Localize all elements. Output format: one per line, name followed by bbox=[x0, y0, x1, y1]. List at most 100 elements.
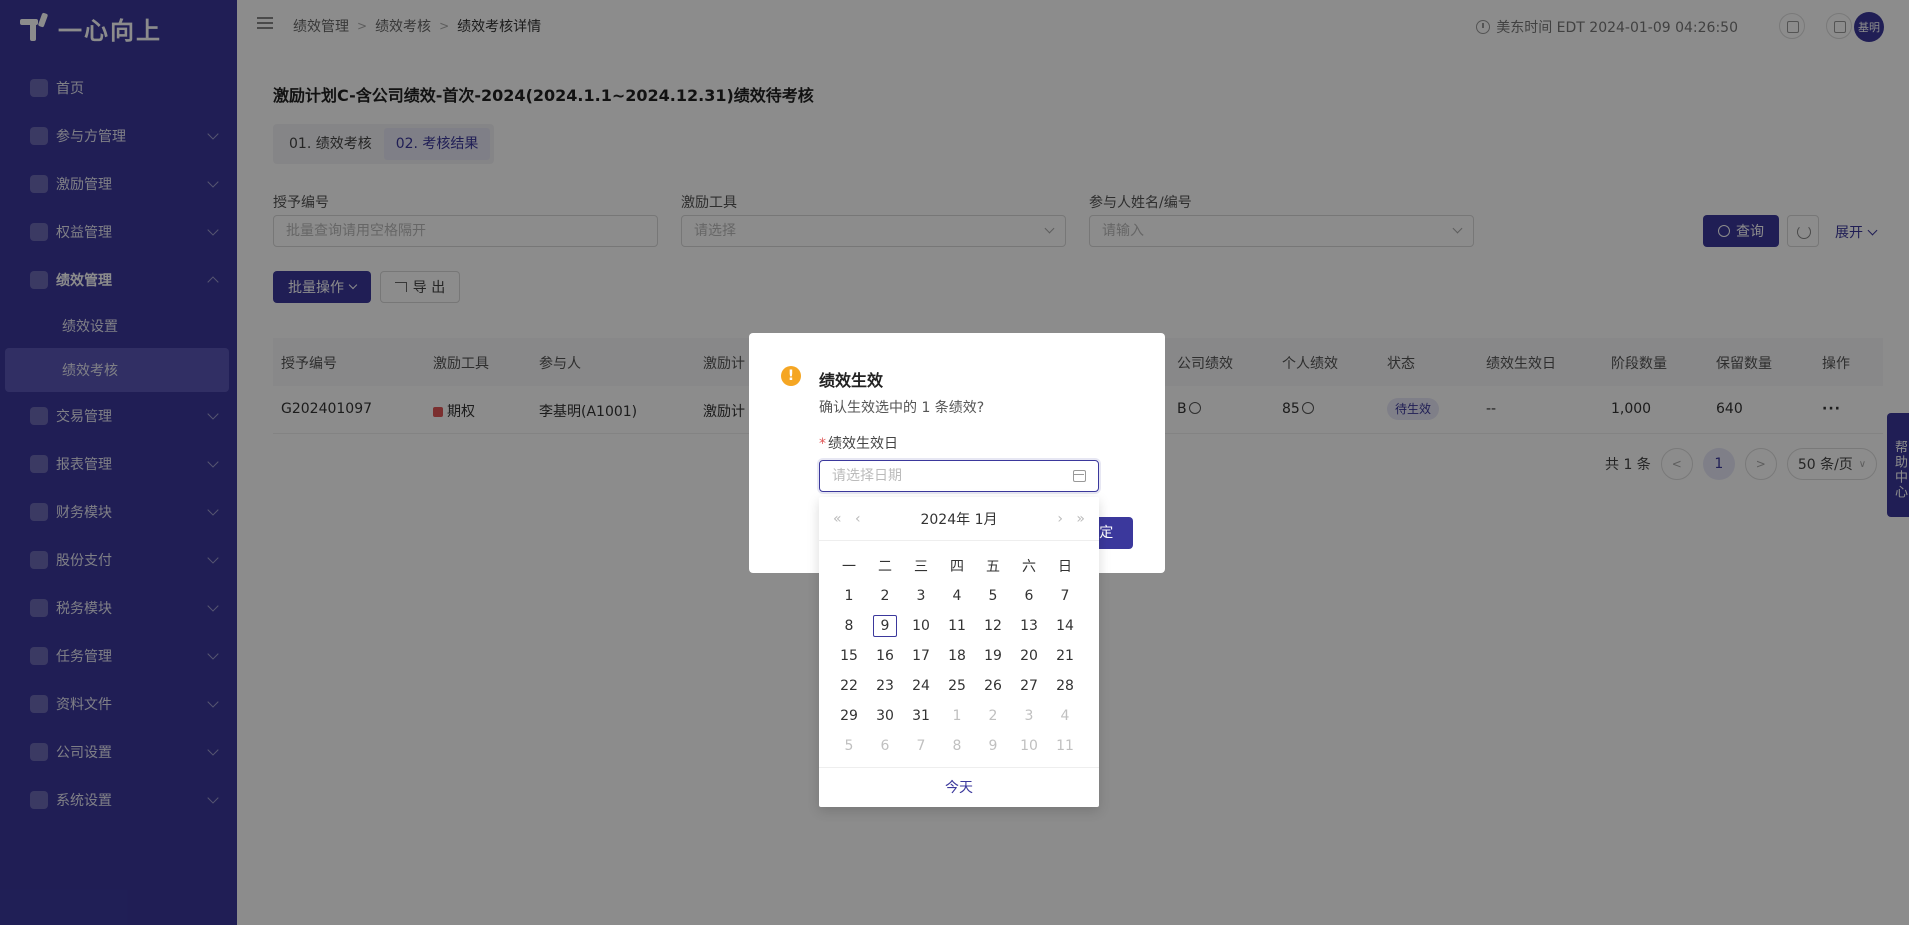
calendar-day[interactable]: 25 bbox=[939, 678, 975, 694]
calendar-day-number: 28 bbox=[1056, 678, 1074, 694]
calendar-day[interactable]: 11 bbox=[939, 618, 975, 634]
warning-icon: ! bbox=[781, 366, 801, 386]
calendar-day[interactable]: 4 bbox=[939, 588, 975, 604]
effective-date-input[interactable]: 请选择日期 bbox=[819, 460, 1099, 492]
calendar-day-number: 19 bbox=[984, 648, 1002, 664]
month-label[interactable]: 1月 bbox=[975, 512, 998, 528]
calendar-day-number: 31 bbox=[912, 708, 930, 724]
today-button[interactable]: 今天 bbox=[819, 767, 1099, 807]
calendar-day-number: 29 bbox=[840, 708, 858, 724]
calendar-day-number: 24 bbox=[912, 678, 930, 694]
calendar-day[interactable]: 19 bbox=[975, 648, 1011, 664]
effective-date-label-text: 绩效生效日 bbox=[828, 436, 898, 452]
weekday-label: 五 bbox=[986, 559, 1000, 575]
calendar-day-number: 4 bbox=[1060, 708, 1070, 724]
date-picker-header: « ‹ 2024年 1月 › » bbox=[819, 497, 1099, 541]
calendar-day[interactable]: 1 bbox=[831, 588, 867, 604]
calendar-day[interactable]: 21 bbox=[1047, 648, 1083, 664]
calendar-day[interactable]: 7 bbox=[1047, 588, 1083, 604]
calendar-day-number: 9 bbox=[988, 738, 998, 754]
calendar-day[interactable]: 13 bbox=[1011, 618, 1047, 634]
calendar-day[interactable]: 26 bbox=[975, 678, 1011, 694]
calendar-day[interactable]: 2 bbox=[867, 588, 903, 604]
calendar-day-number: 1 bbox=[844, 588, 854, 604]
calendar-week-row: 5 6 7 8 9 10 11 bbox=[831, 731, 1087, 761]
date-input-placeholder: 请选择日期 bbox=[832, 468, 902, 484]
calendar-day[interactable]: 22 bbox=[831, 678, 867, 694]
calendar-day-number: 4 bbox=[952, 588, 962, 604]
calendar-icon bbox=[1073, 470, 1086, 482]
calendar-day-number: 3 bbox=[916, 588, 926, 604]
calendar-day-number: 9 bbox=[873, 615, 897, 637]
calendar-day[interactable]: 29 bbox=[831, 708, 867, 724]
calendar-day-number: 27 bbox=[1020, 678, 1038, 694]
calendar-day-number: 10 bbox=[912, 618, 930, 634]
calendar-day-number: 2 bbox=[880, 588, 890, 604]
calendar-day-number: 22 bbox=[840, 678, 858, 694]
weekday-label: 二 bbox=[878, 559, 892, 575]
calendar-day-number: 21 bbox=[1056, 648, 1074, 664]
weekday-label: 一 bbox=[842, 559, 856, 575]
calendar-day[interactable]: 2 bbox=[975, 708, 1011, 724]
calendar-day-number: 7 bbox=[1060, 588, 1070, 604]
calendar-day[interactable]: 31 bbox=[903, 708, 939, 724]
calendar-day[interactable]: 6 bbox=[867, 738, 903, 754]
calendar-day-number: 8 bbox=[952, 738, 962, 754]
calendar-day[interactable]: 8 bbox=[939, 738, 975, 754]
calendar-day-number: 25 bbox=[948, 678, 966, 694]
calendar-day[interactable]: 11 bbox=[1047, 738, 1083, 754]
calendar-day[interactable]: 7 bbox=[903, 738, 939, 754]
calendar-day[interactable]: 20 bbox=[1011, 648, 1047, 664]
calendar-week-row: 22 23 24 25 26 27 28 bbox=[831, 671, 1087, 701]
calendar-day-number: 17 bbox=[912, 648, 930, 664]
calendar-day[interactable]: 1 bbox=[939, 708, 975, 724]
year-label[interactable]: 2024年 bbox=[920, 512, 970, 528]
calendar-day[interactable]: 27 bbox=[1011, 678, 1047, 694]
effective-date-label: * 绩效生效日 bbox=[819, 433, 898, 453]
calendar-day[interactable]: 6 bbox=[1011, 588, 1047, 604]
weekday-header-row: 一二三四五六日 bbox=[831, 551, 1087, 581]
calendar-day[interactable]: 5 bbox=[975, 588, 1011, 604]
calendar-day[interactable]: 24 bbox=[903, 678, 939, 694]
calendar-day-number: 2 bbox=[988, 708, 998, 724]
calendar-day[interactable]: 15 bbox=[831, 648, 867, 664]
next-year-icon[interactable]: » bbox=[1076, 511, 1085, 527]
calendar-day-today[interactable]: 9 bbox=[867, 615, 903, 637]
next-month-icon[interactable]: › bbox=[1057, 511, 1063, 527]
calendar-week-row: 1 2 3 4 5 6 7 bbox=[831, 581, 1087, 611]
calendar-day-number: 30 bbox=[876, 708, 894, 724]
calendar-day[interactable]: 17 bbox=[903, 648, 939, 664]
calendar-week-row: 29 30 31 1 2 3 4 bbox=[831, 701, 1087, 731]
calendar-day-number: 18 bbox=[948, 648, 966, 664]
calendar-day[interactable]: 18 bbox=[939, 648, 975, 664]
calendar-day-number: 11 bbox=[948, 618, 966, 634]
calendar-day-number: 5 bbox=[844, 738, 854, 754]
calendar-day-number: 10 bbox=[1020, 738, 1038, 754]
calendar-day[interactable]: 3 bbox=[1011, 708, 1047, 724]
calendar-day-number: 15 bbox=[840, 648, 858, 664]
dialog-title: 绩效生效 bbox=[819, 371, 884, 390]
required-mark: * bbox=[819, 436, 826, 452]
calendar-day[interactable]: 10 bbox=[1011, 738, 1047, 754]
calendar-day[interactable]: 16 bbox=[867, 648, 903, 664]
calendar-day[interactable]: 12 bbox=[975, 618, 1011, 634]
calendar-day-number: 13 bbox=[1020, 618, 1038, 634]
calendar-day-number: 20 bbox=[1020, 648, 1038, 664]
calendar-day-number: 6 bbox=[880, 738, 890, 754]
calendar-day[interactable]: 30 bbox=[867, 708, 903, 724]
calendar-week-row: 8 9 10 11 12 13 14 bbox=[831, 611, 1087, 641]
calendar-day[interactable]: 5 bbox=[831, 738, 867, 754]
calendar-day[interactable]: 14 bbox=[1047, 618, 1083, 634]
weekday-label: 三 bbox=[914, 559, 928, 575]
calendar-day[interactable]: 9 bbox=[975, 738, 1011, 754]
dialog-message: 确认生效选中的 1 条绩效? bbox=[819, 400, 985, 416]
calendar-day[interactable]: 4 bbox=[1047, 708, 1083, 724]
calendar-day[interactable]: 8 bbox=[831, 618, 867, 634]
calendar-day[interactable]: 10 bbox=[903, 618, 939, 634]
calendar-day[interactable]: 23 bbox=[867, 678, 903, 694]
calendar-day-number: 5 bbox=[988, 588, 998, 604]
calendar-day-number: 16 bbox=[876, 648, 894, 664]
calendar-day-number: 14 bbox=[1056, 618, 1074, 634]
calendar-day[interactable]: 3 bbox=[903, 588, 939, 604]
calendar-day[interactable]: 28 bbox=[1047, 678, 1083, 694]
